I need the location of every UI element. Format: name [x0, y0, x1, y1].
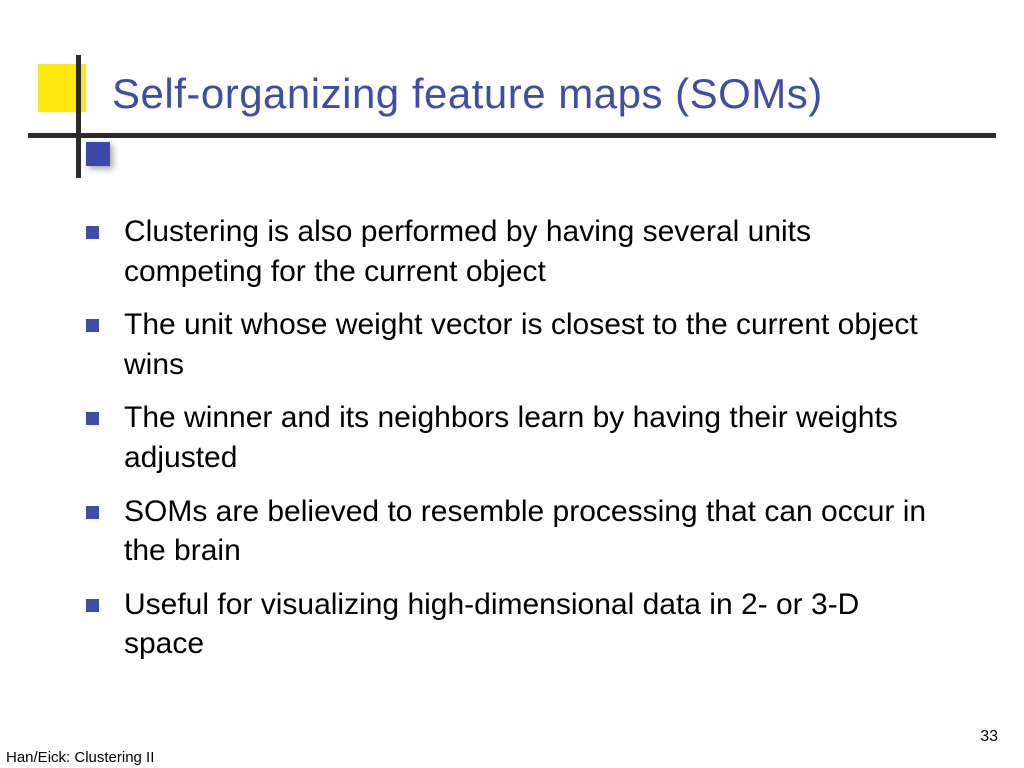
accent-square-blue [86, 142, 110, 166]
list-item: The winner and its neighbors learn by ha… [86, 398, 946, 477]
list-item: The unit whose weight vector is closest … [86, 305, 946, 384]
divider-vertical [76, 55, 81, 178]
list-item: SOMs are believed to resemble processing… [86, 492, 946, 571]
slide-title: Self-organizing feature maps (SOMs) [112, 70, 823, 118]
header-graphic [38, 60, 108, 180]
footer-left: Han/Eick: Clustering II [6, 749, 154, 766]
slide: Self-organizing feature maps (SOMs) Clus… [0, 0, 1024, 768]
list-item: Clustering is also performed by having s… [86, 212, 946, 291]
list-item: Useful for visualizing high-dimensional … [86, 585, 946, 664]
divider-horizontal [28, 133, 996, 138]
slide-body: Clustering is also performed by having s… [86, 212, 946, 678]
page-number: 33 [980, 728, 998, 746]
bullet-list: Clustering is also performed by having s… [86, 212, 946, 664]
